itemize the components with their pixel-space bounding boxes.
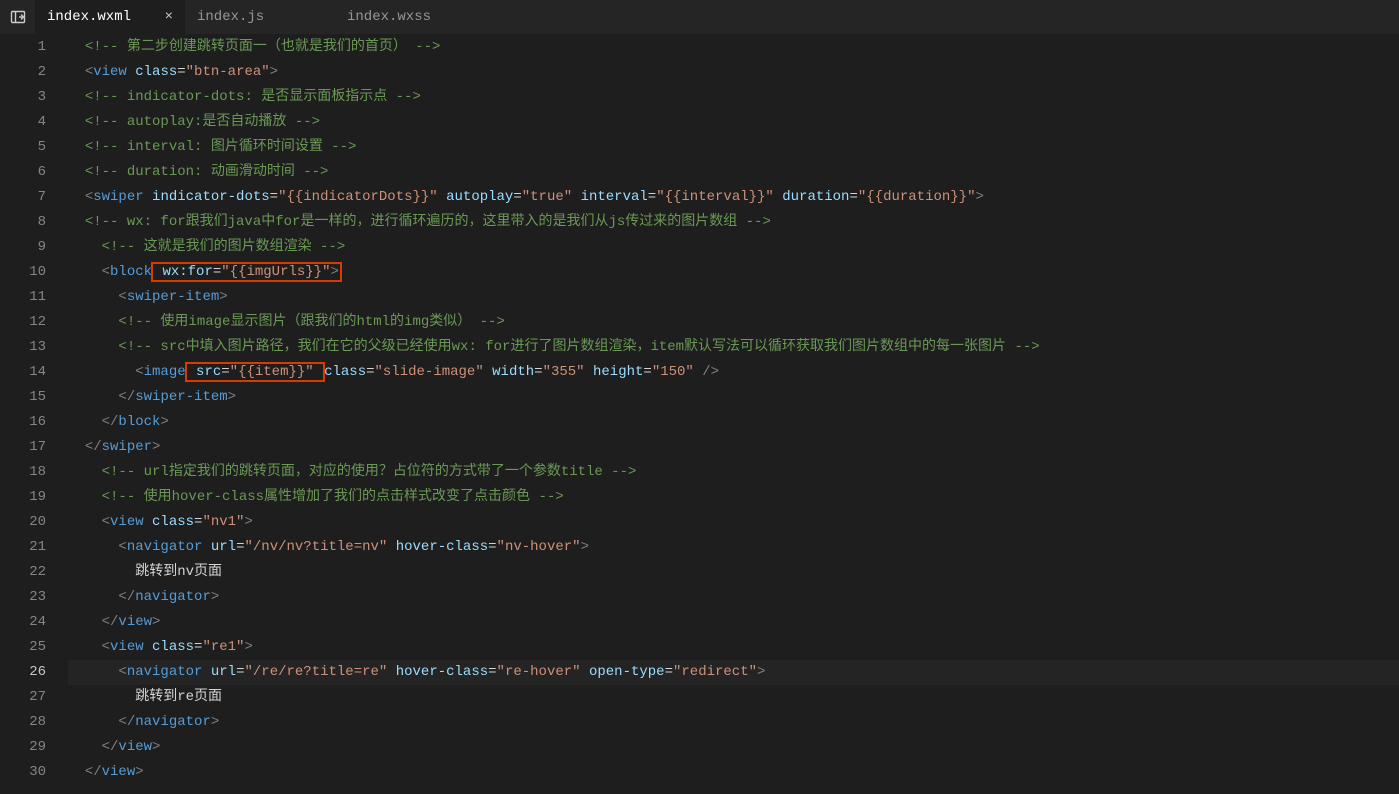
code-line[interactable]: </view> [68,610,1399,635]
code-line[interactable]: <navigator url="/nv/nv?title=nv" hover-c… [68,535,1399,560]
highlight-src: src="{{item}}" [185,362,325,382]
code-line[interactable]: <!-- 这就是我们的图片数组渲染 --> [68,235,1399,260]
tab-index-js[interactable]: index.js [185,0,335,35]
code-line[interactable]: <!-- 使用image显示图片（跟我们的html的img类似） --> [68,310,1399,335]
code-line[interactable]: <swiper indicator-dots="{{indicatorDots}… [68,185,1399,210]
code-editor[interactable]: 1234567891011121314151617181920212223242… [0,35,1399,794]
code-line[interactable]: <!-- url指定我们的跳转页面，对应的使用？占位符的方式带了一个参数titl… [68,460,1399,485]
code-line[interactable]: </view> [68,760,1399,785]
tab-index-wxml[interactable]: index.wxml × [35,0,185,35]
code-line[interactable]: <block wx:for="{{imgUrls}}"> [68,260,1399,285]
highlight-wx-for: wx:for="{{imgUrls}}"> [151,262,342,282]
code-line[interactable]: </view> [68,735,1399,760]
code-line[interactable]: <!-- 使用hover-class属性增加了我们的点击样式改变了点击颜色 --… [68,485,1399,510]
tab-label: index.wxss [347,9,431,25]
code-line[interactable]: </swiper-item> [68,385,1399,410]
code-line[interactable]: <!-- src中填入图片路径，我们在它的父级已经使用wx: for进行了图片数… [68,335,1399,360]
code-line[interactable]: </swiper> [68,435,1399,460]
line-gutter: 1234567891011121314151617181920212223242… [0,35,68,794]
code-line[interactable]: <swiper-item> [68,285,1399,310]
code-line[interactable]: </block> [68,410,1399,435]
code-line[interactable]: </navigator> [68,710,1399,735]
code-line[interactable]: <view class="btn-area"> [68,60,1399,85]
tab-label: index.wxml [47,9,131,25]
code-area[interactable]: <!-- 第二步创建跳转页面一（也就是我们的首页） --> <view clas… [68,35,1399,794]
panel-toggle-icon[interactable] [0,0,35,35]
code-line[interactable]: <!-- duration: 动画滑动时间 --> [68,160,1399,185]
code-line[interactable]: </navigator> [68,585,1399,610]
code-line[interactable]: <!-- interval: 图片循环时间设置 --> [68,135,1399,160]
code-line[interactable]: <!-- autoplay:是否自动播放 --> [68,110,1399,135]
code-line[interactable]: 跳转到nv页面 [68,560,1399,585]
tabs-bar: index.wxml × index.js index.wxss [0,0,1399,35]
code-line[interactable]: <view class="nv1"> [68,510,1399,535]
code-line[interactable]: <image src="{{item}}" class="slide-image… [68,360,1399,385]
code-line[interactable]: <!-- 第二步创建跳转页面一（也就是我们的首页） --> [68,35,1399,60]
code-line[interactable]: <!-- wx: for跟我们java中for是一样的，进行循环遍历的，这里带入… [68,210,1399,235]
tab-index-wxss[interactable]: index.wxss [335,0,485,35]
tab-label: index.js [197,9,264,25]
close-icon[interactable]: × [149,9,173,25]
code-line[interactable]: <navigator url="/re/re?title=re" hover-c… [68,660,1399,685]
code-line[interactable]: <view class="re1"> [68,635,1399,660]
code-line[interactable]: 跳转到re页面 [68,685,1399,710]
code-line[interactable]: <!-- indicator-dots: 是否显示面板指示点 --> [68,85,1399,110]
